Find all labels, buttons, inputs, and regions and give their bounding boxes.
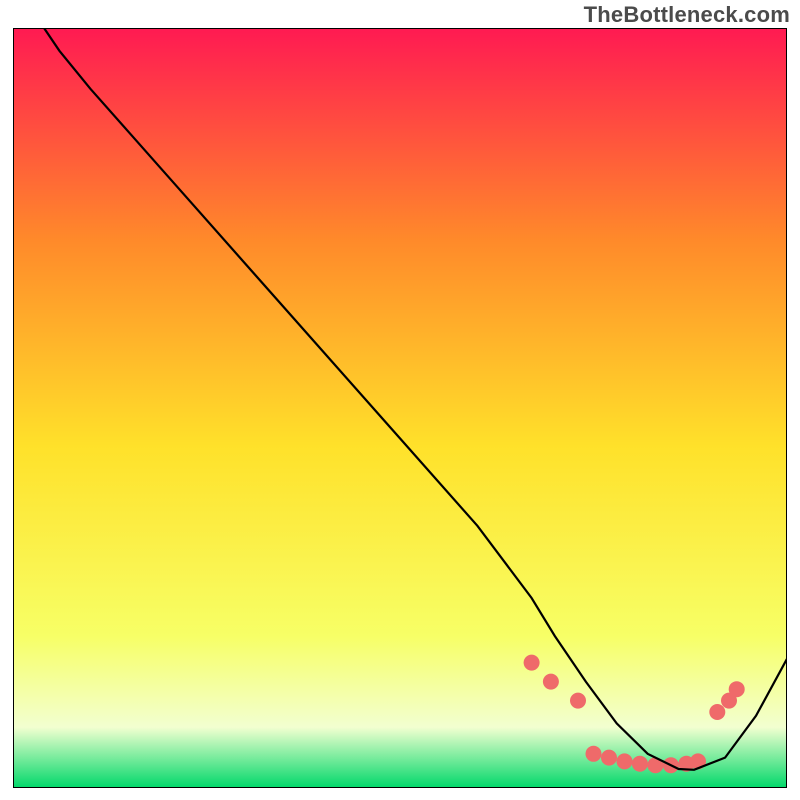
valley-dot xyxy=(709,704,725,720)
bottleneck-chart xyxy=(13,28,787,788)
chart-frame: TheBottleneck.com xyxy=(0,0,800,800)
valley-dot xyxy=(632,756,648,772)
valley-dot xyxy=(729,681,745,697)
valley-dot xyxy=(601,750,617,766)
gradient-background xyxy=(13,28,787,788)
valley-dot xyxy=(586,746,602,762)
valley-dot xyxy=(524,655,540,671)
valley-dot xyxy=(543,674,559,690)
plot-area xyxy=(13,28,787,788)
valley-dot xyxy=(617,753,633,769)
watermark-label: TheBottleneck.com xyxy=(584,2,790,28)
valley-dot xyxy=(570,693,586,709)
